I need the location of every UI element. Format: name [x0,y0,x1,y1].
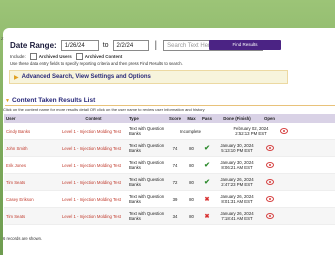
open-cell [274,127,293,135]
content-link[interactable]: Level 1 - Injection Molding Test [60,163,127,168]
find-results-button[interactable]: Find Results [209,40,281,50]
col-type[interactable]: Type [127,116,167,121]
archived-users-checkbox[interactable] [29,53,37,60]
score-value: 74 [172,162,178,168]
results-title: Content Taken Results List [11,97,96,104]
eye-icon[interactable] [279,127,288,134]
done-date: January 26, 2024 8:01:31 AM EST [220,194,254,204]
table-row: Tim Seats Level 1 - Injection Molding Tes… [4,208,335,225]
content-link[interactable]: Level 1 - Injection Molding Test [60,197,127,202]
table-header: User Content Type Score Max Pass Done (F… [4,114,335,123]
content-link[interactable]: Level 1 - Injection Molding Test [60,146,127,151]
pass-cell: ✔ [200,161,214,169]
pass-cell: ✔ [200,144,214,152]
user-link[interactable]: John Smith [4,146,60,151]
content-type: Text with Question Banks [129,126,165,136]
cross-icon: ✖ [204,196,210,203]
end-date-input[interactable]: 2/2/24 [112,39,149,51]
content-type: Text with Question Banks [129,211,165,221]
score-value: 74 [172,145,178,151]
eye-icon[interactable] [265,212,274,219]
status-incomplete: Incomplete [179,128,202,134]
content-link[interactable]: Level 1 - Injection Molding Test [60,214,127,219]
max-value: 80 [189,196,194,202]
separator: | [154,39,158,51]
pass-cell: ✔ [200,178,214,186]
col-score[interactable]: Score [167,116,183,121]
results-description: Click on the content name for more resul… [3,107,205,112]
user-link[interactable]: Tim Seats [4,214,60,219]
eye-icon[interactable] [265,178,274,185]
score-value: 39 [172,196,178,202]
content-link[interactable]: Level 1 - Injection Molding Test [60,180,127,185]
table-row: Erik Jones Level 1 - Injection Molding Te… [4,157,335,174]
open-cell [260,144,279,152]
user-link[interactable]: Cindy Banks [4,129,60,134]
archived-content-checkbox[interactable] [75,53,83,60]
archived-users-label: Archived Users [38,54,72,59]
results-table: User Content Type Score Max Pass Done (F… [4,114,335,225]
table-row: John Smith Level 1 - Injection Molding Te… [4,140,335,157]
max-value: 80 [189,213,194,219]
max-value: 80 [189,179,194,185]
archived-content-label: Archived Content [84,54,123,59]
records-count: 6 records are shown. [3,236,43,241]
advanced-search-toggle[interactable]: ▶ Advanced Search, View Settings and Opt… [9,70,288,84]
content-type: Text with Question Banks [129,160,165,170]
done-date: January 26, 2024 2:47:23 PM EST [220,177,254,187]
check-icon: ✔ [204,179,210,186]
max-value: 80 [189,162,194,168]
done-date: February 02, 2024 2:52:13 PM EST [233,126,269,136]
check-icon: ✔ [204,145,210,152]
col-done[interactable]: Done (Finish) [214,116,260,121]
chevron-right-icon: ▶ [14,74,19,81]
start-date-input[interactable]: 1/26/24 [60,39,99,51]
include-options: Include: Archived Users Archived Content [10,53,122,60]
col-open: Open [264,116,275,121]
table-row: Tim Seats Level 1 - Injection Molding Tes… [4,174,335,191]
content-type: Text with Question Banks [129,143,165,153]
col-max[interactable]: Max [183,116,200,121]
section-divider [5,105,335,106]
done-date: January 26, 2024 7:18:41 AM EST [220,211,254,221]
open-cell [260,212,279,220]
user-link[interactable]: Casey Erikson [4,197,60,202]
content-type: Text with Question Banks [129,177,165,187]
score-value: 72 [172,179,178,185]
page-marker: Z [1,36,4,41]
search-hint: Use these data entry fields to specify r… [10,61,183,66]
col-user[interactable]: User [4,116,60,121]
chevron-down-icon: ▼ [5,97,10,104]
include-label: Include: [10,54,26,59]
eye-icon[interactable] [265,161,274,168]
score-value: 34 [172,213,178,219]
eye-icon[interactable] [265,144,274,151]
content-type: Text with Question Banks [129,194,165,204]
user-link[interactable]: Tim Seats [4,180,60,185]
cross-icon: ✖ [204,213,210,220]
col-pass[interactable]: Pass [200,116,214,121]
done-date: January 30, 2024 5:13:10 PM EST [220,143,254,153]
user-link[interactable]: Erik Jones [4,163,60,168]
eye-icon[interactable] [265,195,274,202]
check-icon: ✔ [204,162,210,169]
results-section-title[interactable]: ▼ Content Taken Results List [5,97,95,104]
pass-cell: ✖ [200,196,214,203]
content-link[interactable]: Level 1 - Injection Molding Test [60,129,127,134]
table-body: Cindy Banks Level 1 - Injection Molding T… [4,123,335,225]
table-row: Casey Erikson Level 1 - Injection Molding… [4,191,335,208]
done-date: January 30, 2024 8:06:21 AM EST [220,160,254,170]
table-row: Cindy Banks Level 1 - Injection Molding T… [4,123,335,140]
open-cell [260,161,279,169]
open-cell [260,178,279,186]
pass-cell: ✖ [200,213,214,220]
date-range-label: Date Range: [10,40,57,50]
advanced-search-label: Advanced Search, View Settings and Optio… [21,74,151,80]
open-cell [260,195,279,203]
to-label: to [102,41,109,49]
col-content[interactable]: Content [60,116,127,121]
max-value: 80 [189,145,194,151]
